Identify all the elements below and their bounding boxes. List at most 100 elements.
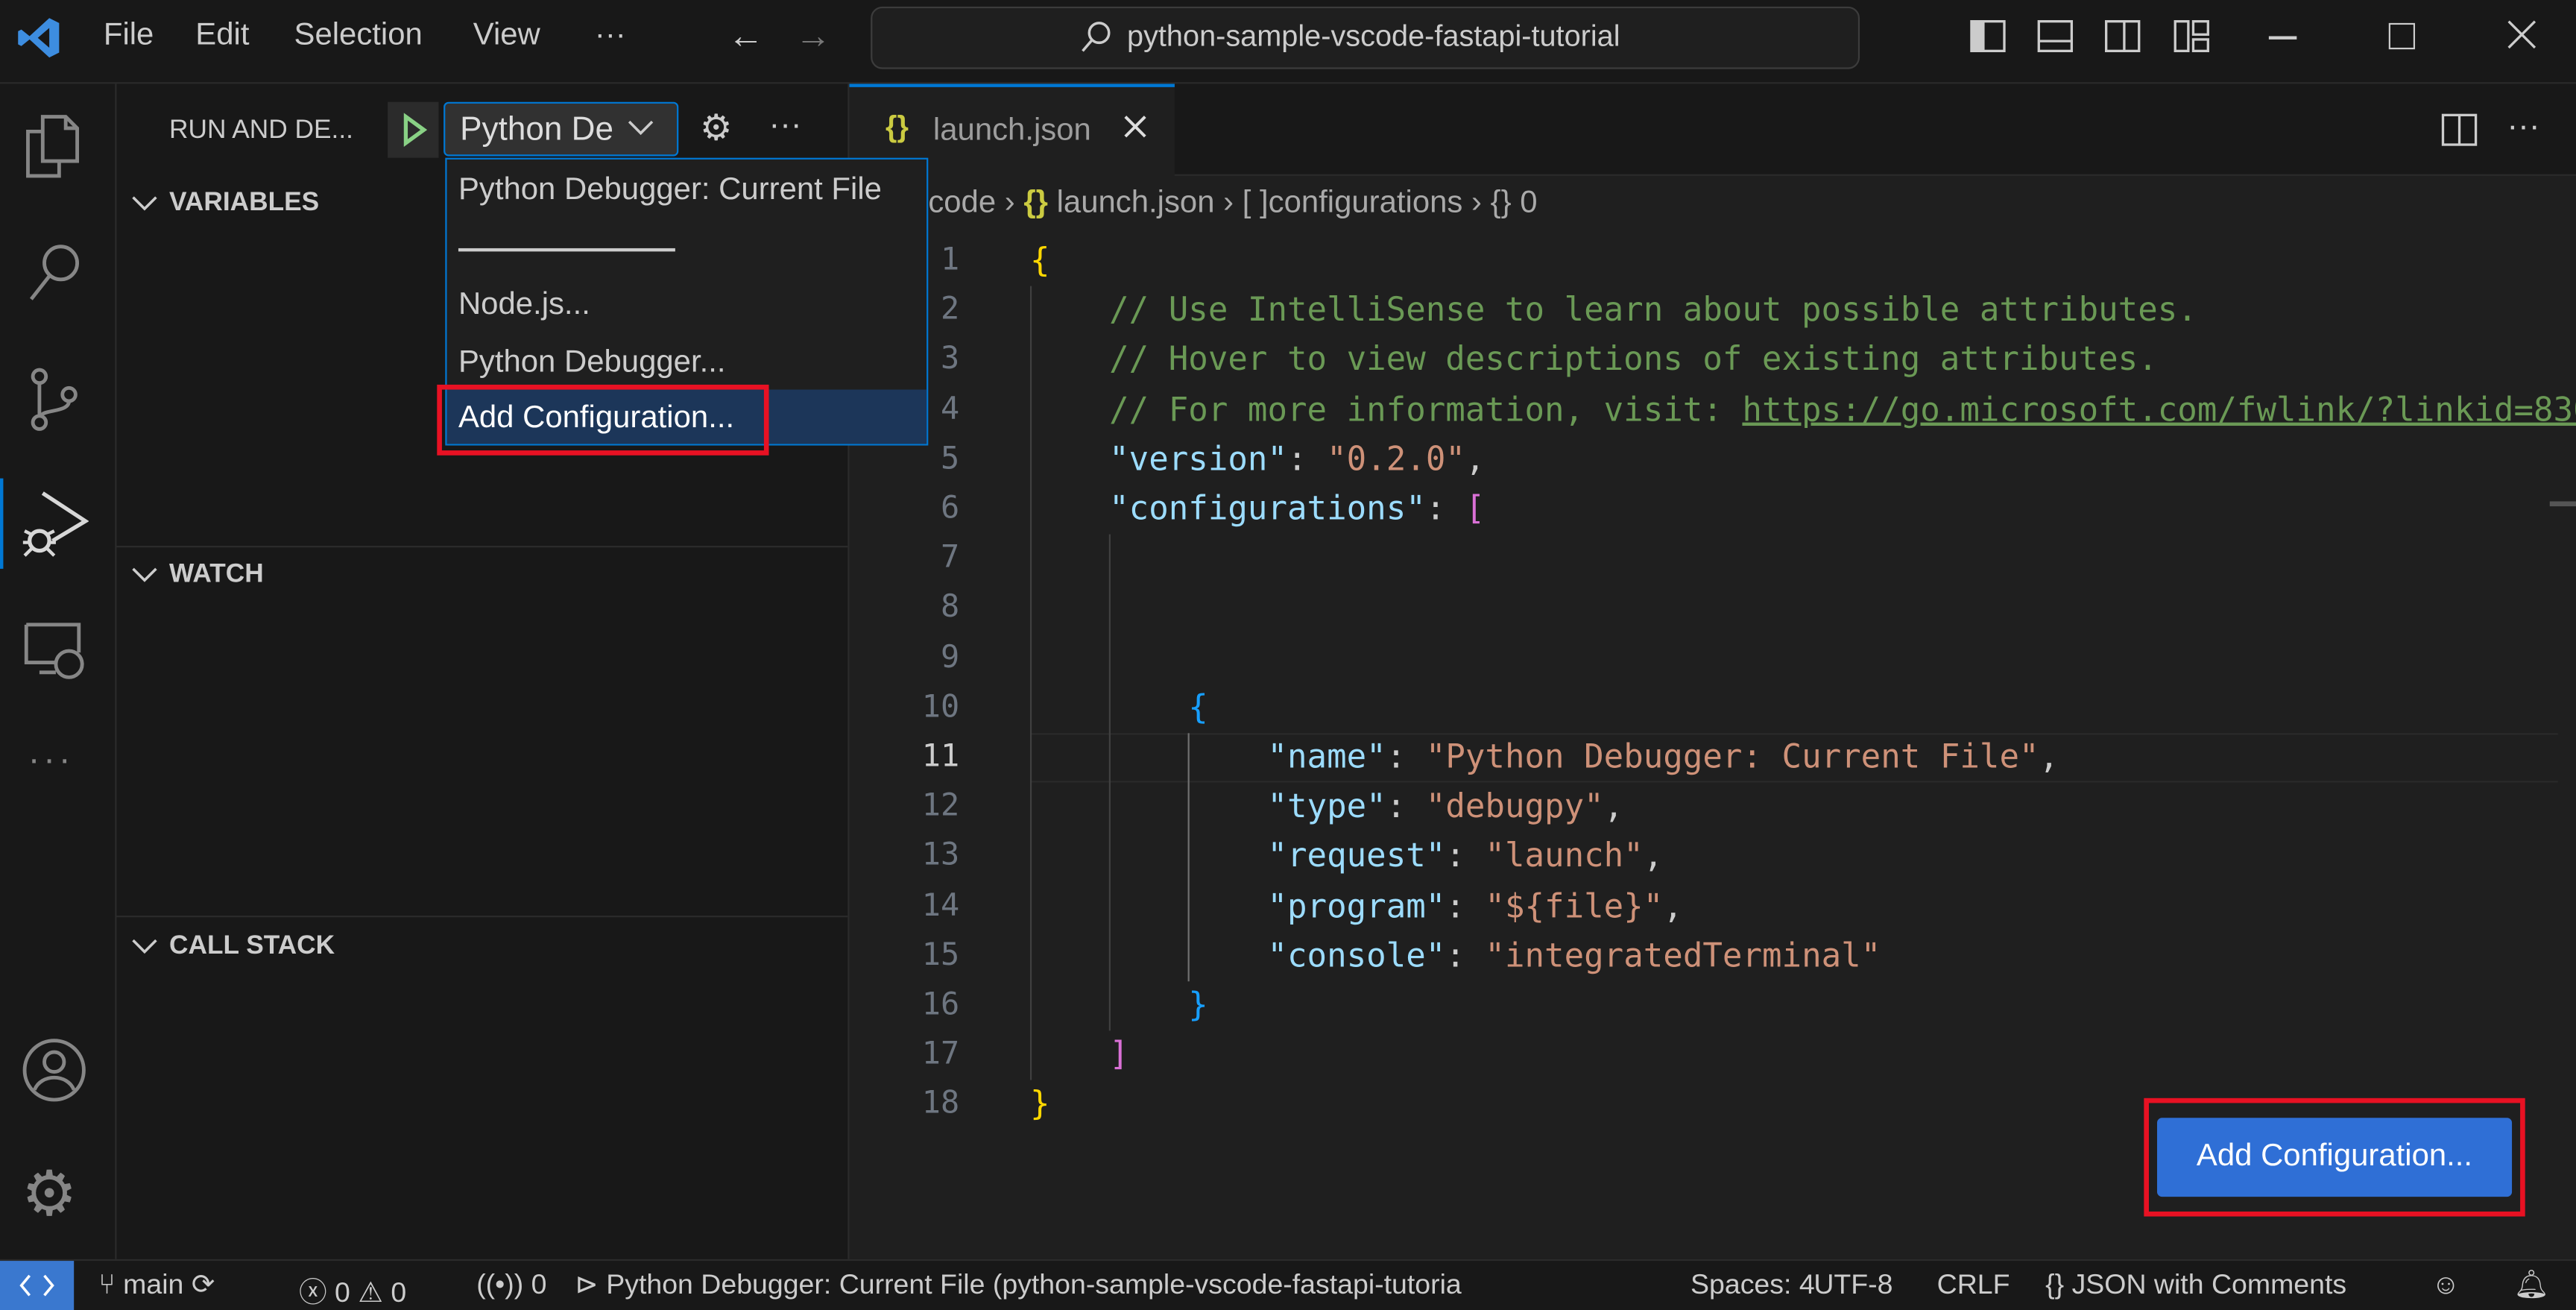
menu-view[interactable]: View: [473, 18, 540, 54]
menu-file[interactable]: File: [104, 18, 154, 54]
code-token: // For more information, visit:: [1029, 388, 1743, 429]
branch-name: main: [123, 1269, 184, 1300]
menu-edit[interactable]: Edit: [195, 18, 249, 54]
branch-item[interactable]: ⑂ main ⟳: [98, 1269, 215, 1302]
code-line: // Hover to view descriptions of existin…: [1030, 339, 2158, 379]
code-link[interactable]: https://go.microsoft.com/fwlink/?linkid=…: [1742, 389, 2576, 429]
open-launch-json-gear-icon[interactable]: ⚙: [700, 107, 732, 148]
code-token: ,: [1643, 835, 1664, 875]
code-line: }: [1030, 1084, 1050, 1124]
close-window-icon[interactable]: [2505, 18, 2538, 51]
sync-icon: ⟳: [183, 1269, 215, 1300]
eol-item[interactable]: CRLF: [1937, 1269, 2010, 1302]
code-line: "name": "Python Debugger: Current File",: [1030, 737, 2059, 776]
debug-config-select[interactable]: Python De: [443, 101, 679, 157]
code-line: }: [1030, 985, 1208, 1024]
toggle-secondary-sidebar-icon[interactable]: [2104, 19, 2141, 53]
broadcast-icon: ((•)): [476, 1269, 531, 1300]
scrollbar-thumb[interactable]: [2549, 501, 2576, 507]
breadcrumb-item[interactable]: configurations: [1269, 186, 1463, 220]
accounts-icon[interactable]: [22, 1037, 87, 1103]
search-icon[interactable]: [23, 240, 86, 306]
chevron-down-icon: [130, 192, 160, 215]
more-views-icon[interactable]: ···: [28, 738, 74, 781]
explorer-icon[interactable]: [23, 113, 86, 179]
code-token: "launch": [1485, 835, 1644, 875]
chevron-right-icon: ›: [1223, 186, 1243, 221]
highlight-box: [437, 384, 769, 456]
dropdown-item[interactable]: Python Debugger...: [458, 345, 726, 382]
divider: [116, 916, 848, 918]
problems-item[interactable]: ⓧ 0 ⚠ 0: [299, 1269, 406, 1310]
vscode-logo-icon: [16, 15, 63, 61]
language-text: JSON with Comments: [2071, 1269, 2347, 1300]
menu-selection[interactable]: Selection: [294, 18, 423, 54]
debug-config-item[interactable]: ⊳ Python Debugger: Current File (python-…: [575, 1269, 1461, 1302]
warning-icon: ⚠: [350, 1277, 391, 1309]
code-token: [: [1465, 488, 1486, 528]
copilot-icon[interactable]: ☺: [2431, 1269, 2460, 1302]
editor-more-actions-icon[interactable]: ···: [2507, 109, 2539, 147]
customize-layout-icon[interactable]: [2174, 19, 2209, 53]
add-configuration-button[interactable]: Add Configuration...: [2156, 1118, 2513, 1197]
code-editor[interactable]: 1{2 // Use IntelliSense to learn about p…: [850, 236, 2576, 1157]
code-token: ,: [2039, 736, 2059, 776]
more-actions-icon[interactable]: ···: [769, 107, 802, 145]
breadcrumb-item[interactable]: code: [928, 186, 996, 220]
breadcrumb-item[interactable]: launch.json: [1057, 186, 1215, 220]
notifications-bell-icon[interactable]: 🔔︎: [2513, 1269, 2549, 1302]
toggle-primary-sidebar-icon[interactable]: [1970, 19, 2006, 53]
indent-guide: [1187, 733, 1190, 982]
indentation-item[interactable]: Spaces: 4: [1690, 1269, 1815, 1302]
manage-gear-icon[interactable]: ⚙: [22, 1162, 78, 1228]
dropdown-separator: [458, 248, 675, 252]
code-token: "version": [1109, 438, 1288, 479]
code-token: ,: [1663, 885, 1683, 925]
play-icon: [403, 113, 428, 148]
search-icon: [1078, 18, 1114, 54]
line-number: 10: [921, 688, 960, 725]
chevron-down-icon: [626, 117, 656, 140]
split-editor-icon[interactable]: [2441, 113, 2478, 146]
code-line: "type": "debugpy",: [1030, 786, 1623, 825]
code-token: "request": [1267, 835, 1446, 875]
menu-more[interactable]: ···: [595, 18, 626, 54]
code-token: :: [1425, 488, 1465, 528]
dropdown-item[interactable]: Node.js...: [458, 288, 590, 324]
object-icon: {}: [1490, 186, 1512, 221]
warning-count: 0: [391, 1277, 407, 1309]
source-control-icon[interactable]: [23, 367, 86, 432]
code-line: ]: [1030, 1034, 1129, 1074]
back-arrow-icon[interactable]: ←: [727, 15, 763, 57]
run-and-debug-icon[interactable]: [19, 488, 89, 561]
breadcrumb-item[interactable]: 0: [1520, 186, 1537, 220]
start-debugging-button[interactable]: [388, 101, 439, 158]
command-center-search[interactable]: python-sample-vscode-fastapi-tutorial: [871, 6, 1860, 69]
encoding-item[interactable]: UTF-8: [1813, 1269, 1892, 1302]
dropdown-item[interactable]: Python Debugger: Current File: [458, 173, 882, 210]
ports-item[interactable]: ((•)) 0: [476, 1269, 546, 1302]
maximize-icon[interactable]: [2388, 22, 2416, 50]
remote-indicator[interactable]: [0, 1261, 75, 1310]
breadcrumb: code › {} launch.json › [ ]configuration…: [928, 186, 1537, 222]
minimize-icon[interactable]: [2268, 36, 2297, 39]
code-line: "program": "${file}",: [1030, 885, 1683, 925]
code-line: "request": "launch",: [1030, 836, 1663, 875]
forward-arrow-icon[interactable]: →: [795, 15, 831, 57]
language-mode-item[interactable]: {} JSON with Comments: [2045, 1269, 2346, 1302]
code-token: "name": [1267, 736, 1386, 776]
line-number: 7: [940, 539, 960, 576]
remote-explorer-icon[interactable]: [23, 620, 89, 685]
active-indicator: [0, 478, 4, 569]
toggle-panel-icon[interactable]: [2037, 19, 2074, 53]
close-tab-icon[interactable]: [1122, 113, 1148, 139]
debug-config-text: Python Debugger: Current File (python-sa…: [606, 1269, 1462, 1300]
code-token: }: [1029, 1083, 1050, 1124]
code-token: :: [1445, 885, 1486, 925]
search-text: python-sample-vscode-fastapi-tutorial: [1127, 19, 1620, 53]
